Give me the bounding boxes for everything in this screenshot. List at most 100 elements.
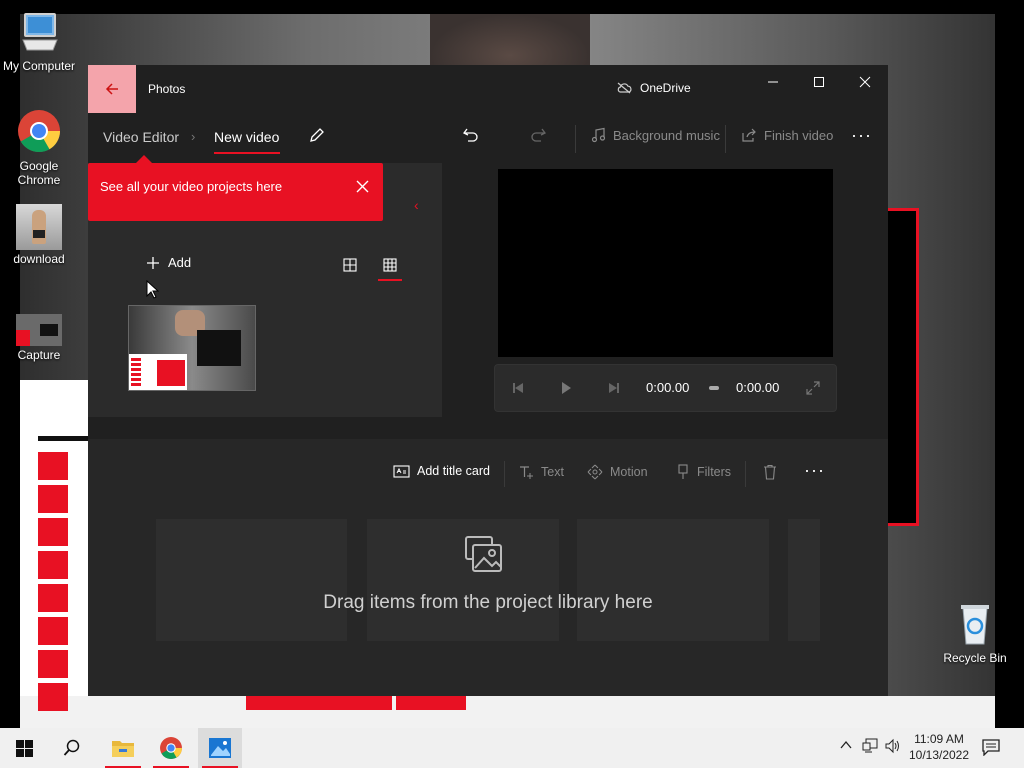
play-button[interactable] [557,379,575,397]
text-button[interactable]: Text [518,464,564,480]
share-icon [742,128,756,142]
add-title-card-label: Add title card [417,464,490,478]
minimize-icon [768,81,778,83]
more-options-icon[interactable]: ··· [851,125,872,146]
desktop-icon-my-computer[interactable]: My Computer [1,10,77,73]
wallpaper-block [38,617,68,645]
storyboard-slot[interactable] [156,519,347,641]
network-tray-button[interactable] [862,738,878,757]
chrome-taskbar-button[interactable] [149,728,193,768]
image-file-icon [16,204,62,250]
motion-button[interactable]: Motion [587,464,648,480]
add-title-card-button[interactable]: Add title card [393,464,490,478]
filters-button[interactable]: Filters [676,464,731,480]
music-note-icon [591,127,606,143]
search-icon [63,739,80,756]
finish-video-button[interactable]: Finish video [741,127,833,143]
start-button[interactable] [2,728,46,768]
background-music-label: Background music [613,127,720,143]
storyboard-slot[interactable] [577,519,769,641]
system-clock[interactable]: 11:09 AM 10/13/2022 [908,731,970,763]
drag-hint: Drag items from the project library here [323,592,653,613]
small-thumbnails-view-button[interactable] [380,255,400,275]
add-label: Add [168,255,192,270]
photos-taskbar-button[interactable] [198,728,242,768]
breadcrumb-current[interactable]: New video [214,129,279,145]
breadcrumb-active-indicator [214,152,280,154]
clock-date: 10/13/2022 [908,748,970,762]
wallpaper-line [38,436,90,441]
storyboard-divider [745,461,746,487]
close-button[interactable] [847,71,883,93]
desktop-icon-capture[interactable]: Capture [1,314,77,362]
undo-icon [463,128,478,142]
rename-button[interactable] [308,126,326,144]
finish-video-label: Finish video [764,127,834,143]
wallpaper-block [38,551,68,579]
wallpaper-block [38,584,68,612]
desktop-icon-label: Capture [17,348,61,362]
desktop-icon-label: Google Chrome [17,159,61,187]
show-hidden-icons-button[interactable] [839,738,853,755]
wallpaper-block [38,683,68,711]
close-icon [859,76,871,88]
close-icon [356,180,368,192]
filters-label: Filters [697,465,732,479]
action-center-button[interactable] [982,738,1000,759]
file-explorer-taskbar-button[interactable] [101,728,145,768]
play-icon [562,382,571,394]
filters-icon [678,464,688,479]
search-button[interactable] [50,728,94,768]
previous-frame-button[interactable] [509,379,527,397]
onedrive-status[interactable]: OneDrive [616,81,691,95]
desktop-icon-label: Recycle Bin [943,651,1007,665]
arrow-left-icon [105,83,118,95]
cloud-off-icon [617,82,632,94]
plus-icon [147,256,159,269]
wallpaper-block [38,485,68,513]
desktop-icon-recycle-bin[interactable]: Recycle Bin [937,602,1013,665]
volume-tray-button[interactable] [885,738,901,757]
next-frame-button[interactable] [605,379,623,397]
photos-icon [209,738,231,758]
chrome-icon [1,108,77,157]
skip-forward-icon [609,383,619,393]
wallpaper-block [246,696,392,710]
back-button[interactable] [88,65,136,113]
app-title: Photos [148,82,186,96]
image-file-icon [16,314,62,346]
tip-close-button[interactable] [353,177,371,195]
minimize-button[interactable] [755,71,791,93]
seek-bar[interactable] [709,386,719,390]
wallpaper-block [38,452,68,480]
background-music-button[interactable]: Background music [590,127,720,143]
text-label: Text [541,465,564,479]
more-options-icon[interactable]: ··· [804,460,825,481]
desktop-icon-download[interactable]: download [1,204,77,266]
maximize-icon [814,77,824,87]
add-button[interactable]: Add [146,255,191,270]
chrome-icon [160,737,182,759]
view-active-indicator [378,279,402,281]
undo-button[interactable] [462,126,480,144]
file-explorer-icon [112,741,134,757]
computer-icon [1,10,77,57]
fullscreen-button[interactable] [804,379,822,397]
windows-logo-icon [15,739,33,757]
desktop-icon-google-chrome[interactable]: Google Chrome [1,108,77,187]
breadcrumb-video-editor[interactable]: Video Editor [103,129,179,145]
grid-small-icon [383,258,397,272]
chevron-left-icon[interactable]: ‹ [414,197,419,213]
storyboard-slot[interactable] [788,519,820,641]
library-media-thumbnail[interactable] [128,305,256,391]
chevron-up-icon [840,740,852,749]
network-icon [862,738,878,753]
wallpaper-block [396,696,466,710]
maximize-button[interactable] [801,71,837,93]
large-thumbnails-view-button[interactable] [340,255,360,275]
delete-button[interactable] [762,464,778,480]
video-preview[interactable] [498,169,833,357]
redo-button[interactable] [529,126,547,144]
clock-time: 11:09 AM [914,732,964,746]
motion-icon [587,464,603,480]
